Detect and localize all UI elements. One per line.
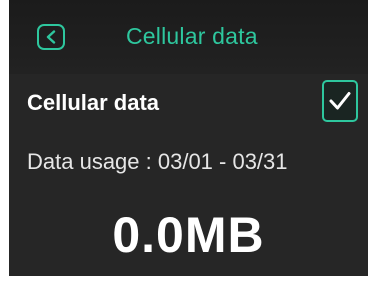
back-button[interactable] [37,24,65,50]
header-bar: Cellular data [9,0,368,74]
checkmark-icon [329,92,351,110]
data-usage-label: Data usage : 03/01 - 03/31 [27,149,288,174]
page-title: Cellular data [126,23,258,49]
data-usage-value: 0.0MB [112,207,265,263]
cellular-data-screen: Cellular data Cellular data Data usage :… [9,0,368,276]
cellular-data-label: Cellular data [27,90,160,115]
cellular-data-checkbox[interactable] [322,80,358,122]
chevron-left-icon [46,30,56,44]
